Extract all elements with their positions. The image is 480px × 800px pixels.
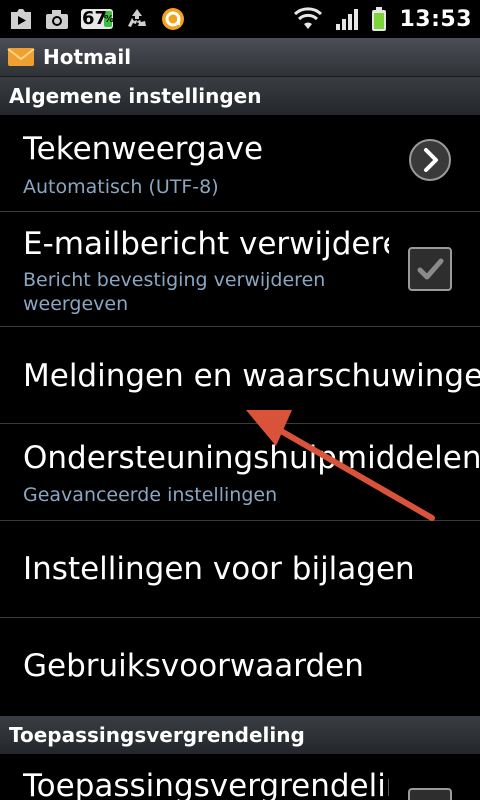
setting-support-tools[interactable]: Ondersteuningshulpmiddelen Geavanceerde … <box>0 424 480 521</box>
setting-char-display[interactable]: Tekenweergave Automatisch (UTF-8) <box>0 115 480 212</box>
setting-title: Tekenweergave <box>23 131 264 167</box>
section-header-app-lock: Toepassingsvergrendeling <box>0 716 480 754</box>
setting-notifications[interactable]: Meldingen en waarschuwingen <box>0 327 480 424</box>
setting-title: Ondersteuningshulpmiddelen <box>23 440 480 476</box>
setting-app-lock[interactable]: Toepassingsvergrendeling <box>0 754 480 800</box>
setting-title: Toepassingsvergrendeling <box>23 768 389 800</box>
setting-subtitle-line1: Bericht bevestiging verwijderen <box>23 269 326 291</box>
setting-subtitle: Geavanceerde instellingen <box>23 484 278 506</box>
clock: 13:53 <box>399 6 472 32</box>
setting-attachments[interactable]: Instellingen voor bijlagen <box>0 521 480 618</box>
battery-icon <box>371 6 387 32</box>
chevron-right-icon[interactable] <box>408 138 452 182</box>
signal-icon <box>335 7 359 31</box>
section-header-general: Algemene instellingen <box>0 77 480 115</box>
orange-app-icon <box>160 6 186 32</box>
setting-title: Gebruiksvoorwaarden <box>23 648 364 684</box>
app-title-bar: Hotmail <box>0 38 480 77</box>
setting-subtitle-line2: weergeven <box>23 293 129 315</box>
setting-title: Meldingen en waarschuwingen <box>23 358 480 394</box>
setting-terms[interactable]: Gebruiksvoorwaarden <box>0 618 480 714</box>
wifi-icon <box>293 7 323 31</box>
recycle-icon <box>124 6 150 32</box>
envelope-icon <box>7 46 35 68</box>
delete-confirm-checkbox[interactable] <box>408 247 452 291</box>
play-store-icon <box>8 6 34 32</box>
setting-title: Instellingen voor bijlagen <box>23 551 415 587</box>
setting-subtitle: Automatisch (UTF-8) <box>23 176 219 198</box>
app-title: Hotmail <box>43 45 132 69</box>
setting-email-delete[interactable]: E-mailbericht verwijderen Bericht bevest… <box>0 212 480 327</box>
app-lock-checkbox[interactable] <box>408 788 452 800</box>
setting-title: E-mailbericht verwijderen <box>23 226 389 262</box>
battery-percent-badge: 67 % <box>81 8 115 29</box>
camera-icon <box>44 7 70 31</box>
status-bar: 67 % 13:53 <box>0 0 480 38</box>
